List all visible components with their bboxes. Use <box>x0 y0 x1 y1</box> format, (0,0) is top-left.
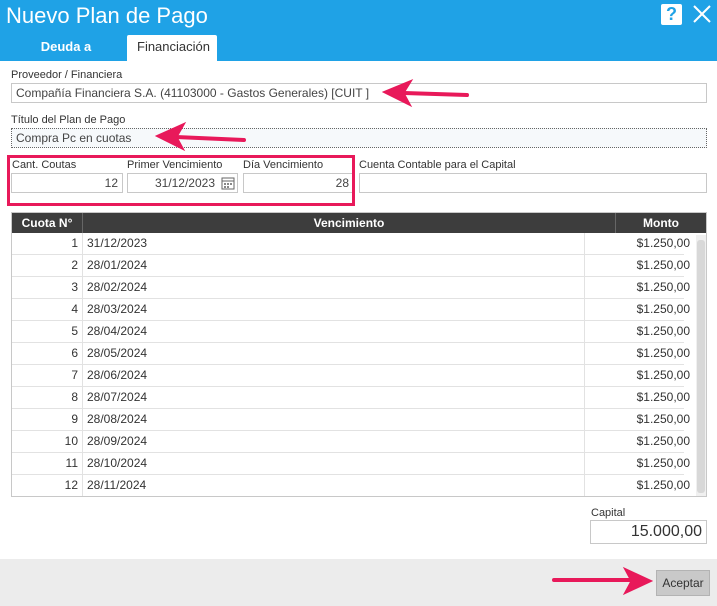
annotation-arrow <box>552 566 654 596</box>
annotation-arrow <box>381 78 469 108</box>
annotation-arrows <box>154 78 654 596</box>
annotation-arrow <box>154 121 246 152</box>
